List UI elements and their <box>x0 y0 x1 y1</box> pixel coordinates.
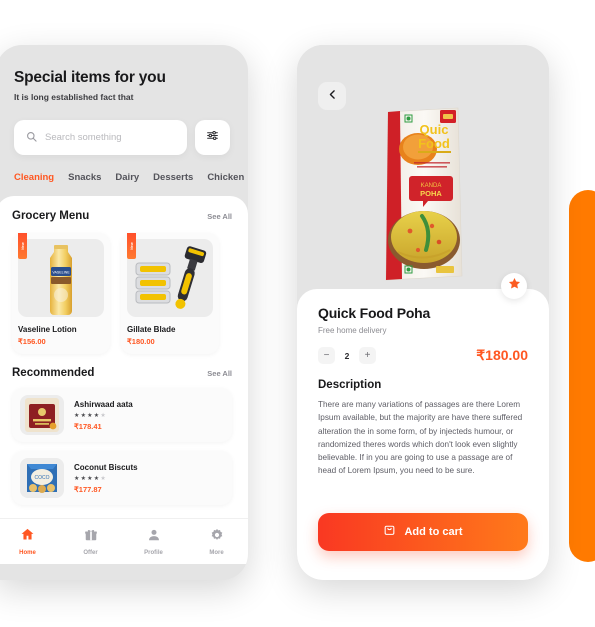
recommended-section-title: Recommended <box>12 367 95 379</box>
list-item-info: Ashirwaad aata ★★★★★ ₹178.41 <box>74 400 133 431</box>
product-title: Quick Food Poha <box>318 305 431 321</box>
bag-icon <box>383 523 396 541</box>
search-icon <box>26 129 37 147</box>
search-row: Search something <box>14 120 230 155</box>
tab-profile[interactable]: Profile <box>129 528 179 556</box>
bottom-tab-bar: Home Offer Profile More <box>0 518 248 564</box>
category-tab-dairy[interactable]: Dairy <box>115 172 139 183</box>
search-input[interactable]: Search something <box>14 120 187 155</box>
category-tab-cleaning[interactable]: Cleaning <box>14 172 54 183</box>
phone-product-detail-screen: Quic Food KANDA POHA Quick Food Poha Fre… <box>297 45 549 580</box>
add-to-cart-label: Add to cart <box>404 526 463 538</box>
list-item-info: Coconut Biscuts ★★★★★ ₹177.87 <box>74 463 138 494</box>
description-body: There are many variations of passages ar… <box>318 400 523 476</box>
star-icon <box>508 277 521 295</box>
tab-home[interactable]: Home <box>3 527 53 556</box>
product-detail-sheet: Quick Food Poha Free home delivery − 2 +… <box>297 273 549 580</box>
svg-text:Food: Food <box>418 136 450 151</box>
tab-more[interactable]: More <box>192 528 242 556</box>
new-badge: New <box>127 233 136 259</box>
filter-button[interactable] <box>195 120 230 155</box>
list-item[interactable]: COCO Coconut Biscuts ★★★★★ ₹177.87 <box>12 451 232 505</box>
phone-home-screen: Special items for you It is long establi… <box>0 45 248 580</box>
product-card[interactable]: New VASELINE Vaseline Lotion ₹156.00 <box>12 233 110 354</box>
page-title: Special items for you <box>14 69 166 86</box>
category-tab-desserts[interactable]: Desserts <box>153 172 193 183</box>
product-image-aata <box>20 395 64 435</box>
product-package-image: Quic Food KANDA POHA <box>374 100 472 285</box>
new-badge: New <box>18 233 27 259</box>
search-placeholder: Search something <box>45 132 122 143</box>
tab-label: Profile <box>144 549 163 556</box>
product-name: Coconut Biscuts <box>74 462 138 472</box>
product-image-vaseline: VASELINE <box>18 239 104 317</box>
grocery-see-all-link[interactable]: See All <box>207 212 232 221</box>
rating-stars: ★★★★★ <box>74 475 107 482</box>
tab-label: More <box>209 549 224 556</box>
quantity-value: 2 <box>344 350 350 361</box>
product-price: ₹180.00 <box>127 337 155 346</box>
product-card[interactable]: New Gillate Blade ₹180.00 <box>121 233 219 354</box>
favorite-button[interactable] <box>501 273 527 299</box>
product-image-gillette <box>127 239 213 317</box>
back-button[interactable] <box>318 82 346 110</box>
grocery-section-header: Grocery Menu See All <box>12 210 232 222</box>
recommended-section-header: Recommended See All <box>12 367 232 379</box>
product-price: ₹177.87 <box>74 484 102 494</box>
quantity-price-row: − 2 + ₹180.00 <box>318 347 528 364</box>
quantity-stepper: − 2 + <box>318 347 376 364</box>
product-price: ₹156.00 <box>18 337 46 346</box>
add-to-cart-button[interactable]: Add to cart <box>318 513 528 551</box>
product-price: ₹180.00 <box>476 347 528 363</box>
gear-icon <box>210 528 224 547</box>
product-name: Vaseline Lotion <box>18 325 77 334</box>
home-icon <box>20 527 35 547</box>
grocery-grid: New VASELINE Vaseline Lotion ₹156.00 New… <box>12 233 232 354</box>
delivery-note: Free home delivery <box>318 326 387 335</box>
category-tab-chicken[interactable]: Chicken <box>207 172 244 183</box>
product-hero: Quic Food KANDA POHA <box>297 45 549 301</box>
sliders-icon <box>206 129 219 147</box>
svg-text:POHA: POHA <box>420 189 442 198</box>
recommended-see-all-link[interactable]: See All <box>207 369 232 378</box>
product-image-biscuits: COCO <box>20 458 64 498</box>
person-icon <box>147 528 161 547</box>
category-tab-snacks[interactable]: Snacks <box>68 172 101 183</box>
product-price: ₹178.41 <box>74 421 102 431</box>
decorative-orange-shape <box>569 190 595 562</box>
home-header: Special items for you It is long establi… <box>0 45 248 155</box>
gift-icon <box>84 528 98 547</box>
rating-stars: ★★★★★ <box>74 412 107 419</box>
svg-text:Quic: Quic <box>420 122 449 137</box>
product-name: Gillate Blade <box>127 325 176 334</box>
category-tabs: Cleaning Snacks Dairy Desserts Chicken <box>0 172 248 183</box>
svg-text:VASELINE: VASELINE <box>52 271 70 275</box>
svg-text:COCO: COCO <box>35 475 50 481</box>
tab-label: Home <box>19 550 36 556</box>
tab-offer[interactable]: Offer <box>66 528 116 556</box>
home-content-sheet: Grocery Menu See All New VASELINE Vaseli… <box>0 196 248 564</box>
description-title: Description <box>318 379 382 391</box>
grocery-section-title: Grocery Menu <box>12 210 90 222</box>
tab-label: Offer <box>83 549 98 556</box>
page-subtitle: It is long established fact that <box>14 92 134 102</box>
product-name: Ashirwaad aata <box>74 399 133 409</box>
recommended-list: Ashirwaad aata ★★★★★ ₹178.41 COCO Coconu… <box>12 388 232 505</box>
list-item[interactable]: Ashirwaad aata ★★★★★ ₹178.41 <box>12 388 232 442</box>
chevron-left-icon <box>327 87 338 105</box>
increase-quantity-button[interactable]: + <box>359 347 376 364</box>
decrease-quantity-button[interactable]: − <box>318 347 335 364</box>
